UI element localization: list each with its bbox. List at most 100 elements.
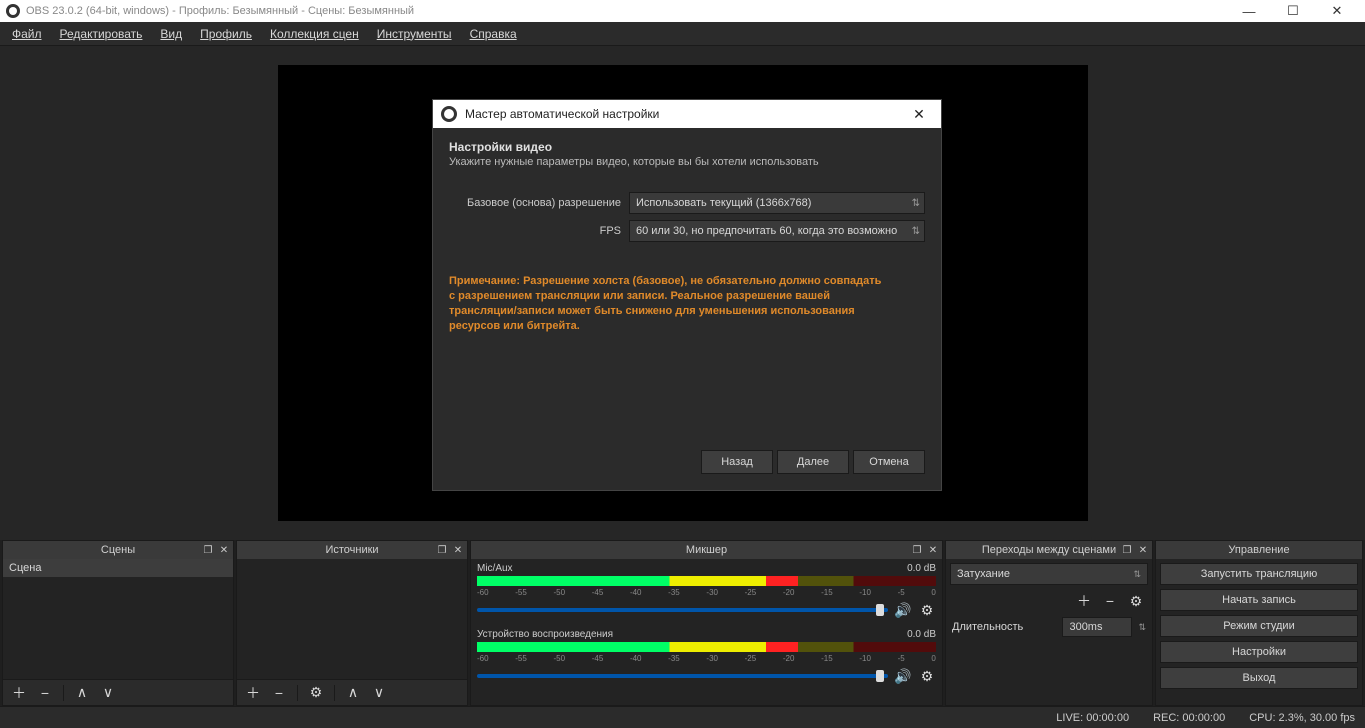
chevron-updown-icon[interactable]: ⇅	[1138, 622, 1146, 633]
dock-transitions: Переходы между сценами ❐ ✕ Затухание ⇅ ＋…	[945, 540, 1153, 706]
start-record-button[interactable]: Начать запись	[1160, 589, 1358, 611]
dock-transitions-label: Переходы между сценами	[982, 544, 1116, 556]
volume-slider[interactable]	[477, 608, 888, 612]
status-cpu: CPU: 2.3%, 30.00 fps	[1249, 712, 1355, 724]
dock-controls-title: Управление	[1156, 541, 1362, 559]
transition-gear-icon[interactable]: ⚙	[1126, 591, 1146, 611]
dock-transitions-title: Переходы между сценами ❐ ✕	[946, 541, 1152, 559]
gear-icon[interactable]: ⚙	[918, 667, 936, 685]
scenes-remove-icon[interactable]: −	[35, 683, 55, 703]
chevron-updown-icon: ⇅	[1133, 569, 1141, 580]
mixer-channel-name: Устройство воспроизведения	[477, 629, 613, 640]
sources-add-icon[interactable]: ＋	[243, 683, 263, 703]
window-minimize[interactable]: —	[1227, 0, 1271, 22]
menu-edit[interactable]: Редактировать	[52, 25, 151, 43]
dialog-close-icon[interactable]: ✕	[905, 106, 933, 123]
mixer-channel-db: 0.0 dB	[907, 563, 936, 574]
mixer-channel-db: 0.0 dB	[907, 629, 936, 640]
base-resolution-select[interactable]: Использовать текущий (1366x768) ⇅	[629, 192, 925, 214]
dock-mixer: Микшер ❐ ✕ Mic/Aux 0.0 dB -60-55-50-45-4…	[470, 540, 943, 706]
next-button[interactable]: Далее	[777, 450, 849, 474]
menu-profile[interactable]: Профиль	[192, 25, 260, 43]
app-icon	[6, 4, 20, 18]
window-close[interactable]: ✕	[1315, 0, 1359, 22]
base-resolution-value: Использовать текущий (1366x768)	[636, 197, 811, 209]
scenes-add-icon[interactable]: ＋	[9, 683, 29, 703]
scenes-down-icon[interactable]: ∨	[98, 683, 118, 703]
transition-duration-input[interactable]: 300ms	[1062, 617, 1132, 637]
dock-sources-popout-icon[interactable]: ❐	[435, 543, 449, 557]
scene-item[interactable]: Сцена	[3, 559, 233, 577]
dock-mixer-popout-icon[interactable]: ❐	[910, 543, 924, 557]
dock-controls: Управление Запустить трансляцию Начать з…	[1155, 540, 1363, 706]
dock-mixer-close-icon[interactable]: ✕	[926, 543, 940, 557]
dock-scenes-close-icon[interactable]: ✕	[217, 543, 231, 557]
speaker-icon[interactable]: 🔊	[894, 667, 912, 685]
back-button[interactable]: Назад	[701, 450, 773, 474]
scenes-up-icon[interactable]: ∧	[72, 683, 92, 703]
menubar: Файл Редактировать Вид Профиль Коллекция…	[0, 22, 1365, 46]
scenes-list[interactable]: Сцена	[3, 559, 233, 679]
status-live: LIVE: 00:00:00	[1056, 712, 1129, 724]
mixer-channel: Устройство воспроизведения 0.0 dB -60-55…	[471, 625, 942, 691]
sources-down-icon[interactable]: ∨	[369, 683, 389, 703]
window-titlebar: OBS 23.0.2 (64-bit, windows) - Профиль: …	[0, 0, 1365, 22]
sources-toolbar: ＋ − ⚙ ∧ ∨	[237, 679, 467, 705]
dock-sources-title: Источники ❐ ✕	[237, 541, 467, 559]
cancel-button[interactable]: Отмена	[853, 450, 925, 474]
speaker-icon[interactable]: 🔊	[894, 601, 912, 619]
controls-body: Запустить трансляцию Начать запись Режим…	[1156, 559, 1362, 705]
transitions-body: Затухание ⇅ ＋ − ⚙ Длительность 300ms ⇅	[946, 559, 1152, 705]
dock-sources: Источники ❐ ✕ ＋ − ⚙ ∧ ∨	[236, 540, 468, 706]
dialog-title: Мастер автоматической настройки	[465, 107, 659, 121]
fps-value: 60 или 30, но предпочитать 60, когда это…	[636, 225, 897, 237]
transition-select[interactable]: Затухание ⇅	[950, 563, 1148, 585]
dock-mixer-title: Микшер ❐ ✕	[471, 541, 942, 559]
dock-controls-label: Управление	[1228, 544, 1289, 556]
mixer-body: Mic/Aux 0.0 dB -60-55-50-45-40-35-30-25-…	[471, 559, 942, 705]
dock-scenes-popout-icon[interactable]: ❐	[201, 543, 215, 557]
sources-gear-icon[interactable]: ⚙	[306, 683, 326, 703]
auto-config-wizard-dialog: Мастер автоматической настройки ✕ Настро…	[432, 99, 942, 491]
exit-button[interactable]: Выход	[1160, 667, 1358, 689]
dock-transitions-popout-icon[interactable]: ❐	[1120, 543, 1134, 557]
dock-sources-close-icon[interactable]: ✕	[451, 543, 465, 557]
window-maximize[interactable]: ☐	[1271, 0, 1315, 22]
dock-mixer-label: Микшер	[686, 544, 727, 556]
window-title: OBS 23.0.2 (64-bit, windows) - Профиль: …	[26, 5, 414, 17]
transition-remove-icon[interactable]: −	[1100, 591, 1120, 611]
sources-remove-icon[interactable]: −	[269, 683, 289, 703]
audio-meter	[477, 642, 936, 652]
studio-mode-button[interactable]: Режим студии	[1160, 615, 1358, 637]
transition-duration-value: 300ms	[1069, 621, 1102, 633]
dialog-heading: Настройки видео	[449, 140, 925, 154]
menu-help[interactable]: Справка	[462, 25, 525, 43]
audio-meter	[477, 576, 936, 586]
mixer-channel-name: Mic/Aux	[477, 563, 513, 574]
sources-list[interactable]	[237, 559, 467, 679]
dock-scenes-title: Сцены ❐ ✕	[3, 541, 233, 559]
fps-select[interactable]: 60 или 30, но предпочитать 60, когда это…	[629, 220, 925, 242]
app-icon	[441, 106, 457, 122]
dialog-titlebar: Мастер автоматической настройки ✕	[433, 100, 941, 128]
status-rec: REC: 00:00:00	[1153, 712, 1225, 724]
statusbar: LIVE: 00:00:00 REC: 00:00:00 CPU: 2.3%, …	[0, 706, 1365, 728]
dock-transitions-close-icon[interactable]: ✕	[1136, 543, 1150, 557]
gear-icon[interactable]: ⚙	[918, 601, 936, 619]
menu-file[interactable]: Файл	[4, 25, 50, 43]
dialog-note: Примечание: Разрешение холста (базовое),…	[449, 274, 889, 333]
transition-add-icon[interactable]: ＋	[1074, 591, 1094, 611]
fps-label: FPS	[449, 225, 629, 237]
mixer-channel: Mic/Aux 0.0 dB -60-55-50-45-40-35-30-25-…	[471, 559, 942, 625]
menu-tools[interactable]: Инструменты	[369, 25, 460, 43]
sources-up-icon[interactable]: ∧	[343, 683, 363, 703]
dock-row: Сцены ❐ ✕ Сцена ＋ − ∧ ∨ Источники ❐ ✕	[0, 540, 1365, 706]
menu-scene-collection[interactable]: Коллекция сцен	[262, 25, 367, 43]
start-stream-button[interactable]: Запустить трансляцию	[1160, 563, 1358, 585]
menu-view[interactable]: Вид	[152, 25, 190, 43]
dock-scenes: Сцены ❐ ✕ Сцена ＋ − ∧ ∨	[2, 540, 234, 706]
chevron-updown-icon: ⇅	[912, 198, 918, 209]
settings-button[interactable]: Настройки	[1160, 641, 1358, 663]
volume-slider[interactable]	[477, 674, 888, 678]
dock-sources-label: Источники	[325, 544, 378, 556]
